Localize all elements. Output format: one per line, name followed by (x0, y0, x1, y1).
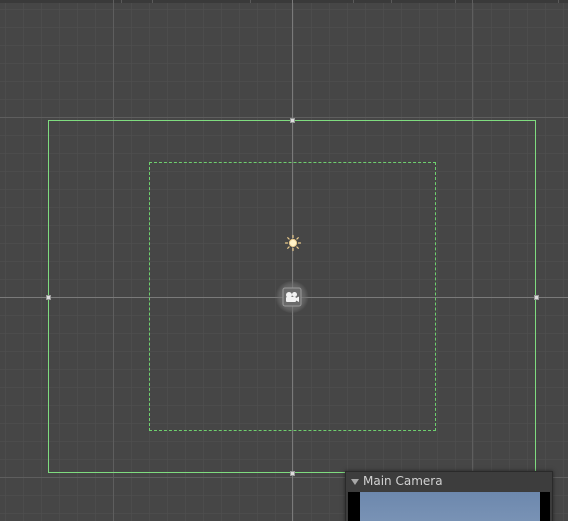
toolbar-divider (250, 0, 251, 3)
toolbar-divider (353, 0, 354, 3)
toolbar-divider (558, 0, 559, 3)
resize-handle-top[interactable] (290, 118, 295, 123)
resize-handle-right[interactable] (534, 295, 539, 300)
camera-preview-header[interactable]: Main Camera (346, 472, 552, 491)
camera-icon[interactable] (282, 287, 302, 307)
camera-preview-render (348, 492, 550, 521)
toolbar-divider (152, 0, 153, 3)
camera-preview-panel[interactable]: Main Camera (345, 471, 553, 521)
camera-preview-title: Main Camera (363, 474, 443, 488)
camera-preview-sky (360, 492, 540, 521)
resize-handle-bottom[interactable] (290, 471, 295, 476)
sun-icon[interactable] (284, 234, 302, 252)
collapse-triangle-icon[interactable] (351, 479, 359, 485)
scene-viewport[interactable]: Main Camera (0, 0, 568, 521)
resize-handle-left[interactable] (46, 295, 51, 300)
grid-line (0, 117, 568, 118)
toolbar-divider (455, 0, 456, 3)
toolbar-divider (121, 0, 122, 3)
toolbar-edge (0, 0, 568, 3)
toolbar-divider (391, 0, 392, 3)
